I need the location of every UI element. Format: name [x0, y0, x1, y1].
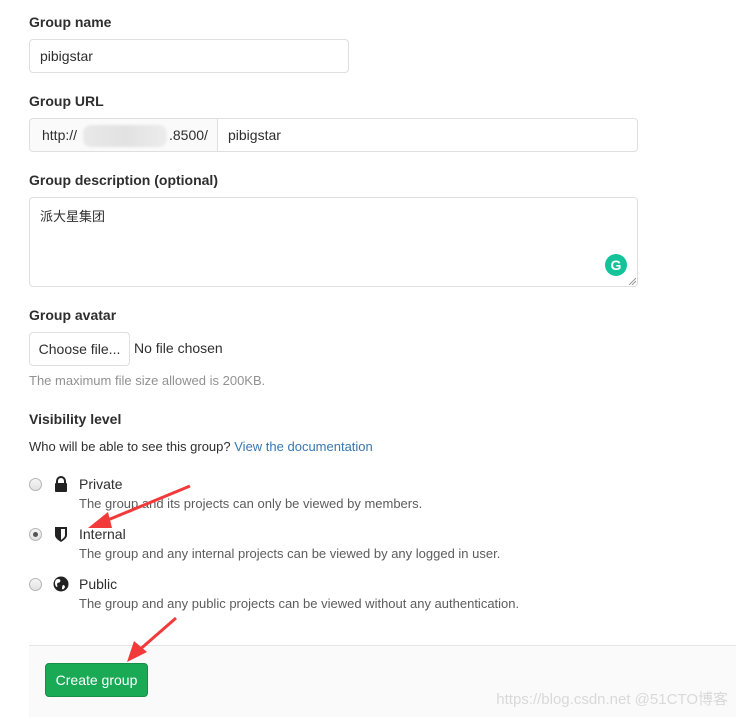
- shield-icon: [55, 527, 67, 542]
- globe-icon: [53, 576, 69, 592]
- resize-handle-icon[interactable]: [628, 277, 636, 285]
- group-description-textarea[interactable]: 派大星集团 G: [29, 197, 638, 287]
- visibility-option-description: The group and any internal projects can …: [79, 546, 501, 561]
- group-description-value: 派大星集团: [40, 209, 106, 224]
- radio-internal[interactable]: [29, 528, 42, 541]
- visibility-label: Visibility level: [29, 411, 122, 427]
- form-actions-footer: Create group https://blog.csdn.net @51CT…: [29, 645, 736, 717]
- url-prefix-start: http://: [42, 127, 78, 143]
- visibility-option-title: Public: [79, 576, 118, 592]
- redacted-host: [83, 125, 167, 147]
- choose-file-button[interactable]: Choose file...: [29, 332, 130, 366]
- visibility-option-description: The group and any public projects can be…: [79, 596, 520, 611]
- view-documentation-link[interactable]: View the documentation: [234, 439, 373, 454]
- watermark: https://blog.csdn.net @51CTO博客: [496, 691, 728, 708]
- visibility-option-description: The group and its projects can only be v…: [79, 496, 423, 511]
- group-url-label: Group URL: [29, 93, 104, 109]
- radio-private[interactable]: [29, 478, 42, 491]
- radio-public[interactable]: [29, 578, 42, 591]
- group-name-label: Group name: [29, 14, 112, 30]
- create-group-button[interactable]: Create group: [45, 663, 148, 697]
- url-prefix-end: .8500/: [169, 127, 208, 143]
- visibility-question: Who will be able to see this group? View…: [29, 439, 373, 454]
- group-url-field: http:// .8500/ pibigstar: [29, 118, 638, 152]
- group-url-prefix: http:// .8500/: [29, 118, 217, 152]
- group-description-label: Group description (optional): [29, 172, 218, 188]
- file-status: No file chosen: [134, 340, 223, 356]
- visibility-option-title: Internal: [79, 526, 126, 542]
- visibility-option-title: Private: [79, 476, 123, 492]
- avatar-help-text: The maximum file size allowed is 200KB.: [29, 373, 266, 388]
- group-path-input[interactable]: pibigstar: [217, 118, 638, 152]
- group-name-input[interactable]: pibigstar: [29, 39, 349, 73]
- grammarly-icon[interactable]: G: [605, 254, 627, 276]
- lock-icon: [55, 476, 67, 492]
- group-avatar-label: Group avatar: [29, 307, 117, 323]
- visibility-question-text: Who will be able to see this group?: [29, 439, 231, 454]
